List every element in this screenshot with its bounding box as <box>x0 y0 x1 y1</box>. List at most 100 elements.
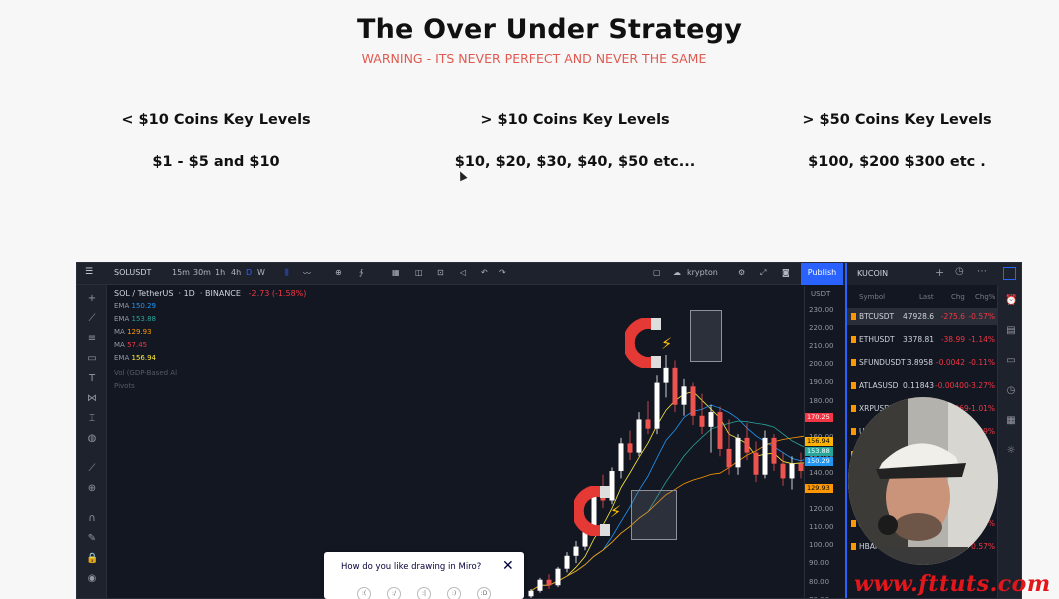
rectangle-icon[interactable]: ▭ <box>86 353 98 365</box>
add-indicator-icon[interactable]: ⊕ <box>335 268 342 277</box>
price-tick: 190.00 <box>809 378 834 387</box>
globe-icon[interactable]: ◍ <box>86 433 98 445</box>
magnet-icon[interactable]: ∩ <box>86 513 98 525</box>
row-symbol: ETHUSDT <box>859 335 895 344</box>
crosshair-icon[interactable]: + <box>86 293 98 305</box>
redo-icon[interactable]: ↷ <box>499 268 506 277</box>
key-levels-column-over-50: > $50 Coins Key Levels $100, $200 $300 e… <box>747 112 1047 170</box>
rating-face-4-icon[interactable]: :) <box>447 587 461 599</box>
price-label: 156.94 <box>805 437 833 446</box>
watchlist-row[interactable]: BTCUSDT 47928.6 -275.6 -0.57% <box>847 308 997 325</box>
timeframe-1h[interactable]: 1h <box>215 268 225 277</box>
candle <box>627 430 633 460</box>
exchange-badge-icon <box>851 313 856 320</box>
price-tick: 210.00 <box>809 342 834 351</box>
clock-icon[interactable]: ◷ <box>955 266 964 277</box>
exchange-badge-icon <box>851 520 856 527</box>
svg-text:⚡: ⚡ <box>661 334 672 353</box>
settings-icon[interactable]: ⚙ <box>738 268 745 277</box>
pattern-icon[interactable]: ⋈ <box>86 393 98 405</box>
alarm-icon[interactable]: ⏰ <box>1005 295 1017 307</box>
column-value: $10, $20, $30, $40, $50 etc... <box>454 154 696 170</box>
compare-icon[interactable]: ◫ <box>415 268 423 277</box>
replay-icon[interactable]: ⊡ <box>437 268 444 277</box>
eye-icon[interactable]: ◉ <box>86 573 98 585</box>
exchange-badge-icon <box>851 428 856 435</box>
price-label: 153.88 <box>805 447 833 456</box>
candles-icon[interactable]: ⫼ <box>285 268 289 278</box>
slide-title: The Over Under Strategy <box>356 14 743 45</box>
layout-icon[interactable]: ▢ <box>653 268 661 277</box>
more-icon[interactable]: ⋯ <box>977 266 987 277</box>
line-style-icon[interactable]: 〰 <box>303 268 311 279</box>
watchlist-row[interactable]: ETHUSDT 3378.81 -38.99 -1.14% <box>847 331 997 348</box>
pencil-icon[interactable]: ✎ <box>86 533 98 545</box>
user-name[interactable]: krypton <box>687 268 718 277</box>
timeframe-4h[interactable]: 4h <box>231 268 241 277</box>
column-heading: > $50 Coins Key Levels <box>802 112 992 128</box>
exchange-badge-icon <box>851 359 856 366</box>
data-window-icon[interactable]: ▤ <box>1005 325 1017 337</box>
camera-icon[interactable]: ◙ <box>782 268 790 277</box>
zoom-icon[interactable]: ⊕ <box>86 483 98 495</box>
column-chgp[interactable]: Chg% <box>975 293 995 301</box>
idea-icon[interactable]: ☼ <box>1005 445 1017 457</box>
chat-icon[interactable]: ▭ <box>1005 355 1017 367</box>
lock-icon[interactable]: 🔒 <box>86 553 98 565</box>
candle <box>726 419 732 475</box>
text-icon[interactable]: T <box>86 373 98 385</box>
price-tick: 220.00 <box>809 324 834 333</box>
magnet-icon: ⚡ <box>571 485 626 537</box>
watchlist-row[interactable]: SFUNDUSDT 3.8958 -0.0042 -0.11% <box>847 354 997 371</box>
cloud-icon[interactable]: ☁ <box>673 268 681 277</box>
timeframe-d[interactable]: D <box>246 268 252 277</box>
close-icon[interactable]: ✕ <box>502 558 514 574</box>
price-axis[interactable]: USDT 230.00 220.00 210.00 200.00 190.00 180.0… <box>804 286 844 598</box>
row-symbol: BTCUSDT <box>859 312 895 321</box>
candle <box>546 574 552 589</box>
publish-button[interactable]: Publish <box>801 263 843 285</box>
rating-face-2-icon[interactable]: :/ <box>387 587 401 599</box>
watchlist-header: KUCOIN + ◷ ⋯ <box>847 263 1021 285</box>
timeframe-30m[interactable]: 30m <box>193 268 211 277</box>
calendar-icon[interactable]: ▦ <box>1005 415 1017 427</box>
row-last: 47928.6 <box>903 312 935 321</box>
survey-question: How do you like drawing in Miro? <box>341 562 482 572</box>
ruler-icon[interactable]: ⟋ <box>86 463 98 475</box>
fullscreen-icon[interactable]: ⤢ <box>760 268 766 278</box>
trend-line-icon[interactable]: ⟋ <box>86 313 98 325</box>
svg-text:⚡: ⚡ <box>610 502 621 521</box>
exchange-badge-icon <box>851 405 856 412</box>
column-symbol[interactable]: Symbol <box>859 293 885 301</box>
column-last[interactable]: Last <box>919 293 934 301</box>
candle <box>690 382 696 425</box>
candle <box>681 378 687 416</box>
undo-icon[interactable]: ↶ <box>481 268 488 277</box>
column-chg[interactable]: Chg <box>951 293 965 301</box>
symbol-search[interactable]: SOLUSDT <box>114 268 151 277</box>
watchlist-icon[interactable] <box>1003 267 1016 280</box>
measure-icon[interactable]: ⌶ <box>86 413 98 425</box>
webcam-overlay <box>848 397 998 565</box>
timeframe-15m[interactable]: 15m <box>172 268 190 277</box>
key-levels-column-under-10: < $10 Coins Key Levels $1 - $5 and $10 <box>66 112 366 170</box>
watchlist-row[interactable]: ATLASUSD 0.11843 -0.00400 -3.27% <box>847 377 997 394</box>
menu-icon[interactable]: ☰ <box>85 267 93 277</box>
column-heading: < $10 Coins Key Levels <box>121 112 311 128</box>
watchlist-exchange[interactable]: KUCOIN <box>857 269 888 278</box>
indicators-icon[interactable]: ∱ <box>359 268 363 277</box>
alert-icon[interactable]: ▦ <box>392 268 400 277</box>
slide-canvas: The Over Under Strategy WARNING - ITS NE… <box>0 0 1059 599</box>
rating-face-3-icon[interactable]: :| <box>417 587 431 599</box>
fib-icon[interactable]: ≡ <box>86 333 98 345</box>
target-box <box>631 490 677 540</box>
timeframe-w[interactable]: W <box>257 268 265 277</box>
row-chgp: -0.11% <box>968 358 995 367</box>
exchange-badge-icon <box>851 336 856 343</box>
rating-face-1-icon[interactable]: :( <box>357 587 371 599</box>
price-tick: 90.00 <box>809 559 830 568</box>
rating-face-5-icon[interactable]: :D <box>477 587 491 599</box>
rewind-icon[interactable]: ◁ <box>460 268 466 277</box>
add-symbol-icon[interactable]: + <box>935 266 944 279</box>
clock-icon[interactable]: ◷ <box>1005 385 1017 397</box>
